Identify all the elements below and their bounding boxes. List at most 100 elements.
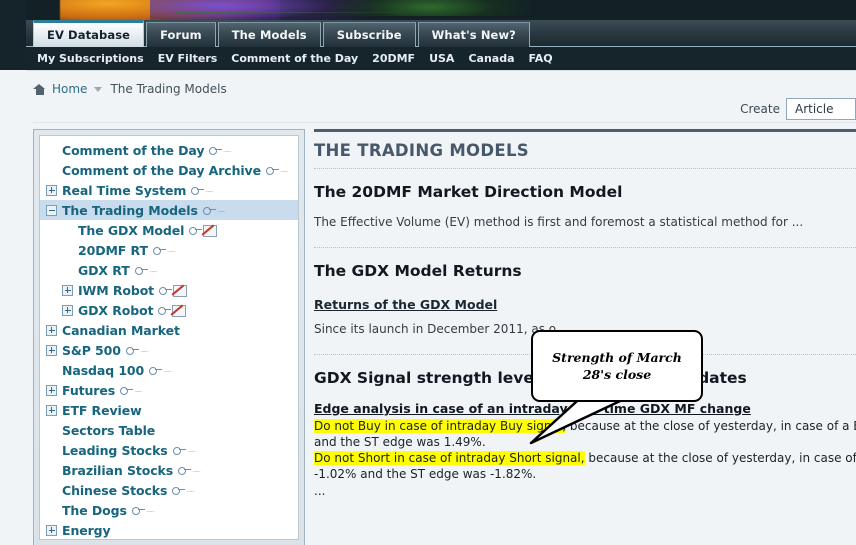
subnav-item-ev-filters[interactable]: EV Filters — [158, 52, 218, 65]
create-type-select[interactable]: Article — [786, 98, 856, 120]
edge-analysis-heading: Edge analysis in case of an intraday rea… — [314, 401, 751, 416]
expand-icon[interactable] — [62, 284, 73, 296]
left-rail — [0, 0, 26, 70]
primary-tab-what-s-new[interactable]: What's New? — [417, 22, 530, 47]
sidebar-item-label: Chinese Stocks — [62, 482, 168, 498]
sidebar-item-comment-of-the-day[interactable]: Comment of the Day — [40, 140, 298, 160]
key-icon — [178, 466, 192, 475]
sidebar-item-brazilian-stocks[interactable]: Brazilian Stocks — [40, 460, 298, 480]
key-icon — [125, 346, 139, 355]
sidebar: Comment of the Day Comment of the Day Arc… — [33, 129, 305, 545]
breadcrumb-home-link[interactable]: Home — [52, 82, 87, 96]
sidebar-item-label: 20DMF RT — [78, 242, 148, 258]
buy-signal-highlight: Do not Buy in case of intraday Buy signa… — [314, 419, 567, 433]
collapse-icon[interactable] — [46, 204, 57, 216]
secondary-nav: My Subscriptions EV Filters Comment of the… — [26, 48, 856, 68]
key-icon — [189, 226, 203, 235]
sidebar-item-the-trading-models[interactable]: The Trading Models — [40, 200, 298, 220]
sidebar-item-label: Comment of the Day Archive — [62, 162, 261, 178]
key-icon — [158, 306, 172, 315]
create-label: Create — [740, 102, 780, 116]
sidebar-item-sectors-table[interactable]: Sectors Table — [40, 420, 298, 440]
subnav-item-faq[interactable]: FAQ — [529, 52, 553, 65]
sidebar-item-label: Futures — [62, 382, 116, 398]
banner-divider-line — [175, 12, 405, 13]
expand-icon[interactable] — [46, 384, 57, 396]
key-icon — [172, 486, 186, 495]
sidebar-item-label: ETF Review — [62, 402, 142, 418]
subnav-item-comment-of-the-day[interactable]: Comment of the Day — [231, 52, 358, 65]
sidebar-item-chinese-stocks[interactable]: Chinese Stocks — [40, 480, 298, 500]
key-icon — [159, 286, 173, 295]
sidebar-item-etf-review[interactable]: ETF Review — [40, 400, 298, 420]
sidebar-item-canadian-market[interactable]: Canadian Market — [40, 320, 298, 340]
sidebar-item-gdx-robot[interactable]: GDX Robot — [40, 300, 298, 320]
sidebar-item-nasdaq-100[interactable]: Nasdaq 100 — [40, 360, 298, 380]
expand-icon[interactable] — [46, 404, 57, 416]
sidebar-item-iwm-robot[interactable]: IWM Robot — [40, 280, 298, 300]
key-icon — [202, 206, 216, 215]
edge-analysis-ellipsis: ... — [314, 484, 326, 498]
sidebar-item-label: Sectors Table — [62, 422, 156, 438]
subnav-item-my-subscriptions[interactable]: My Subscriptions — [37, 52, 144, 65]
sidebar-item-gdx-rt[interactable]: GDX RT — [40, 260, 298, 280]
sidebar-item-the-gdx-model[interactable]: The GDX Model — [40, 220, 298, 240]
key-icon — [265, 166, 279, 175]
expand-icon[interactable] — [46, 344, 57, 356]
key-icon — [131, 506, 145, 515]
section-heading-20dmf: The 20DMF Market Direction Model — [314, 183, 623, 201]
returns-of-the-gdx-model-link[interactable]: Returns of the GDX Model — [314, 297, 497, 312]
subnav-item-usa[interactable]: USA — [429, 52, 454, 65]
sidebar-item-label: Real Time System — [62, 182, 187, 198]
sidebar-item-label: GDX Robot — [78, 302, 154, 318]
sidebar-item-label: IWM Robot — [78, 282, 155, 298]
sidebar-item-the-dogs[interactable]: The Dogs — [40, 500, 298, 520]
sidebar-item-leading-stocks[interactable]: Leading Stocks — [40, 440, 298, 460]
sidebar-nav-list: Comment of the Day Comment of the Day Arc… — [39, 135, 299, 540]
primary-tab-subscribe[interactable]: Subscribe — [322, 22, 416, 47]
breadcrumb-current: The Trading Models — [110, 82, 227, 96]
edge-analysis-line-4: -1.02% and the ST edge was -1.82%. — [314, 467, 537, 481]
sidebar-item-label: GDX RT — [78, 262, 130, 278]
edge-analysis-line-2: and the ST edge was 1.49%. — [314, 435, 486, 449]
chevron-down-icon — [94, 85, 103, 94]
surface-top-edge — [26, 70, 856, 71]
sidebar-item-energy[interactable]: Energy — [40, 520, 298, 539]
key-icon — [120, 386, 134, 395]
key-icon — [134, 266, 148, 275]
sidebar-item-s-p-500[interactable]: S&P 500 — [40, 340, 298, 360]
sidebar-item-20dmf-rt[interactable]: 20DMF RT — [40, 240, 298, 260]
sidebar-item-label: Brazilian Stocks — [62, 462, 174, 478]
primary-tab-the-models[interactable]: The Models — [217, 22, 321, 47]
breadcrumb: Home The Trading Models — [33, 79, 227, 99]
edge-analysis-line-3: Do not Short in case of intraday Short s… — [314, 450, 856, 466]
key-icon — [149, 366, 163, 375]
site-banner — [0, 0, 856, 20]
home-icon — [33, 83, 46, 95]
key-icon — [152, 246, 166, 255]
expand-icon[interactable] — [46, 524, 57, 536]
expand-icon[interactable] — [62, 304, 73, 316]
expand-icon[interactable] — [46, 324, 57, 336]
edge-analysis-line-1: Do not Buy in case of intraday Buy signa… — [314, 418, 856, 434]
key-icon — [172, 446, 186, 455]
section-heading-gdx-returns: The GDX Model Returns — [314, 262, 522, 280]
sidebar-item-label: Leading Stocks — [62, 442, 168, 458]
primary-tab-ev-database[interactable]: EV Database — [33, 20, 145, 47]
short-signal-highlight: Do not Short in case of intraday Short s… — [314, 451, 585, 465]
primary-tab-forum[interactable]: Forum — [146, 22, 216, 47]
short-signal-rest: because at the close of yesterday, in ca… — [588, 451, 856, 465]
dotted-rule-1 — [314, 168, 856, 169]
sidebar-item-comment-of-the-day-archive[interactable]: Comment of the Day Archive — [40, 160, 298, 180]
expand-icon[interactable] — [46, 184, 57, 196]
sidebar-item-label: The Trading Models — [62, 202, 198, 218]
subnav-item-canada[interactable]: Canada — [468, 52, 514, 65]
sidebar-item-label: Energy — [62, 522, 111, 538]
chart-icon — [203, 224, 218, 237]
sidebar-item-real-time-system[interactable]: Real Time System — [40, 180, 298, 200]
content-top-rule — [314, 129, 856, 132]
sidebar-item-label: Nasdaq 100 — [62, 362, 145, 378]
sidebar-item-futures[interactable]: Futures — [40, 380, 298, 400]
sidebar-item-label: S&P 500 — [62, 342, 121, 358]
subnav-item-20dmf[interactable]: 20DMF — [372, 52, 415, 65]
